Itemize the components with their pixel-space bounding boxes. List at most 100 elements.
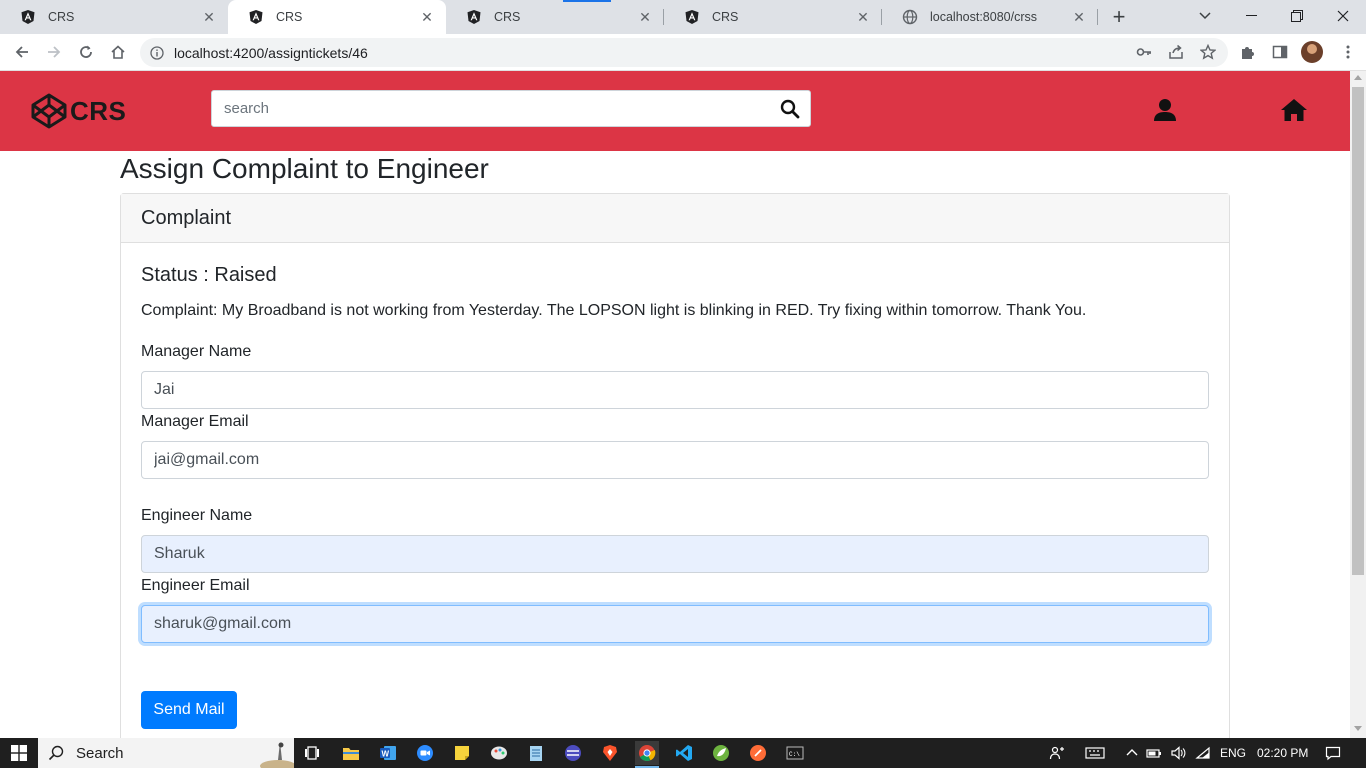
browser-tab-active[interactable]: CRS ✕ [228, 0, 446, 34]
bookmark-star-icon[interactable] [1199, 43, 1217, 60]
close-icon[interactable]: ✕ [854, 8, 872, 26]
home-icon[interactable] [1280, 97, 1307, 123]
home-icon[interactable] [104, 38, 132, 66]
taskbar-search-box[interactable]: Search [38, 738, 294, 768]
card-header: Complaint [121, 194, 1229, 243]
task-view-icon[interactable] [300, 741, 324, 765]
manager-name-label: Manager Name [141, 343, 252, 360]
forward-arrow-icon[interactable] [40, 38, 68, 66]
new-tab-plus-icon[interactable]: + [1106, 4, 1132, 29]
codepen-logo-icon [31, 93, 67, 129]
file-explorer-icon[interactable] [339, 741, 363, 765]
terminal-icon[interactable]: C:\ [783, 741, 807, 765]
reload-icon[interactable] [72, 38, 100, 66]
window-close-icon[interactable] [1320, 0, 1366, 32]
tab-title: CRS [48, 10, 75, 24]
side-panel-icon[interactable] [1272, 44, 1288, 60]
tab-loading-indicator [563, 0, 611, 2]
postman-icon[interactable] [746, 741, 770, 765]
language-indicator[interactable]: ENG [1220, 738, 1246, 768]
search-icon [48, 745, 64, 761]
clock-time[interactable]: 02:20 PM [1257, 738, 1308, 768]
key-icon[interactable] [1136, 44, 1152, 60]
engineer-name-label: Engineer Name [141, 507, 253, 524]
brave-icon[interactable] [598, 741, 622, 765]
scrollbar-thumb[interactable] [1352, 87, 1364, 575]
brand-name: CRS [70, 95, 127, 126]
angular-icon [20, 9, 36, 25]
extensions-puzzle-icon[interactable] [1240, 44, 1256, 60]
angular-icon [248, 9, 264, 25]
engineer-email-field[interactable] [141, 605, 1209, 643]
volume-icon[interactable] [1170, 745, 1186, 761]
tab-title: CRS [276, 10, 303, 24]
word-icon[interactable]: W [376, 741, 400, 765]
profile-avatar[interactable] [1301, 41, 1323, 63]
engineer-name-field[interactable] [141, 535, 1209, 573]
complaint-card: Complaint Status : Raised Complaint: My … [120, 193, 1230, 753]
kebab-menu-icon[interactable] [1340, 44, 1356, 60]
brand-logo[interactable]: CRS [30, 92, 126, 130]
engineer-email-label: Engineer Email [141, 577, 250, 594]
paint-icon[interactable] [487, 741, 511, 765]
manager-email-label: Manager Email [141, 413, 249, 430]
close-icon[interactable]: ✕ [418, 8, 436, 26]
people-icon[interactable] [1049, 745, 1065, 761]
globe-icon [902, 9, 918, 25]
svg-text:W: W [382, 750, 390, 759]
close-icon[interactable]: ✕ [200, 8, 218, 26]
search-input[interactable] [212, 91, 772, 126]
browser-tab[interactable]: CRS ✕ [664, 0, 882, 34]
spring-tool-icon[interactable] [709, 741, 733, 765]
page-title: Assign Complaint to Engineer [120, 153, 489, 184]
minimize-icon[interactable] [1228, 0, 1274, 32]
complaint-text: Complaint: My Broadband is not working f… [141, 302, 1087, 319]
taskbar-search-label: Search [76, 744, 124, 762]
scroll-down-arrow-icon[interactable] [1354, 726, 1362, 731]
angular-icon [466, 9, 482, 25]
keyboard-icon[interactable] [1085, 745, 1105, 761]
browser-tab[interactable]: localhost:8080/crss ✕ [882, 0, 1098, 34]
browser-tab[interactable]: CRS ✕ [446, 0, 664, 34]
back-arrow-icon[interactable] [8, 38, 36, 66]
restore-icon[interactable] [1274, 0, 1320, 32]
chrome-icon[interactable] [635, 741, 659, 768]
page-scrollbar[interactable] [1350, 71, 1366, 738]
tab-separator [1097, 9, 1098, 25]
tab-title: CRS [712, 10, 739, 24]
wifi-icon[interactable] [1195, 745, 1211, 761]
status-text: Status : Raised [141, 264, 277, 286]
url-text: localhost:4200/assigntickets/46 [174, 44, 368, 61]
browser-tab[interactable]: CRS ✕ [0, 0, 228, 34]
search-icon[interactable] [780, 99, 800, 119]
browser-toolbar: localhost:4200/assigntickets/46 [0, 34, 1366, 71]
notifications-icon[interactable] [1325, 745, 1341, 761]
tab-title: localhost:8080/crss [930, 10, 1038, 24]
app-navbar: CRS [0, 71, 1350, 151]
svg-text:C:\: C:\ [789, 751, 800, 758]
manager-name-field[interactable] [141, 371, 1209, 409]
chevron-up-icon[interactable] [1124, 745, 1140, 761]
notepad-icon[interactable] [524, 741, 548, 765]
windows-start-icon[interactable] [0, 738, 38, 768]
manager-email-field[interactable] [141, 441, 1209, 479]
close-icon[interactable]: ✕ [1070, 8, 1088, 26]
scroll-up-arrow-icon[interactable] [1354, 75, 1362, 80]
share-icon[interactable] [1168, 44, 1184, 60]
tab-search-chevron-icon[interactable] [1182, 0, 1228, 32]
vscode-icon[interactable] [672, 741, 696, 765]
search-box [211, 90, 811, 127]
windows-taskbar: Search W C:\ ENG 02:20 PM [0, 738, 1366, 768]
info-icon[interactable] [150, 45, 166, 60]
battery-icon[interactable] [1146, 745, 1162, 761]
sticky-notes-icon[interactable] [450, 741, 474, 765]
user-icon[interactable] [1152, 97, 1178, 123]
send-mail-button[interactable]: Send Mail [141, 691, 237, 729]
search-highlight-illustration-icon [260, 742, 294, 768]
address-bar[interactable]: localhost:4200/assigntickets/46 [140, 38, 1228, 67]
angular-icon [684, 9, 700, 25]
close-icon[interactable]: ✕ [636, 8, 654, 26]
browser-tab-strip: CRS ✕ CRS ✕ CRS ✕ CRS ✕ localhost:8080/c… [0, 0, 1366, 34]
zoom-icon[interactable] [413, 741, 437, 765]
app-icon[interactable] [561, 741, 585, 765]
